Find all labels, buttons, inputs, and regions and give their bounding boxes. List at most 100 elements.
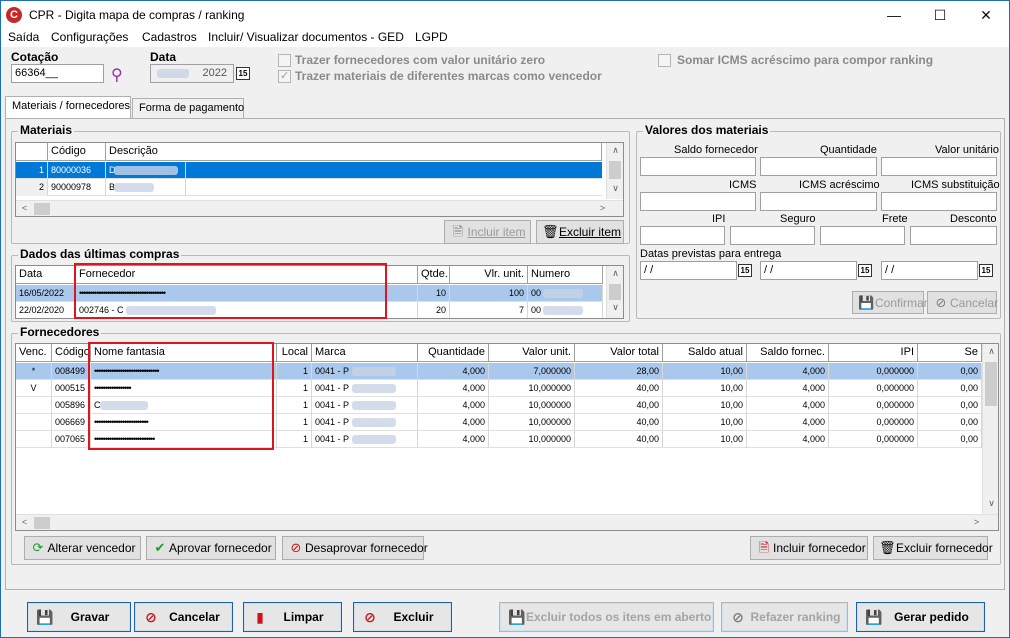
seguro-input[interactable] [730,226,815,245]
scroll-thumb[interactable] [985,362,997,406]
materiais-vscroll[interactable]: ∧ ∨ [606,143,623,199]
frete-input[interactable] [820,226,905,245]
header-ipi[interactable]: IPI [829,344,918,362]
materiais-header-descricao[interactable]: Descrição [106,143,602,161]
scroll-down-icon[interactable]: ∨ [607,302,623,313]
data-entrega-2-input[interactable]: / / [760,261,857,280]
scroll-up-icon[interactable]: ∧ [607,145,623,156]
header-marca[interactable]: Marca [312,344,418,362]
materiais-hscroll[interactable]: < > [16,200,623,216]
menu-lgpd[interactable]: LGPD [415,30,448,44]
cancelar-valores-button[interactable]: ⊘ Cancelar [927,291,998,314]
cancelar-button[interactable]: ⊘ Cancelar [134,602,233,632]
scroll-left-icon[interactable]: < [16,203,33,213]
scroll-right-icon[interactable]: > [968,517,985,527]
table-row[interactable]: * 008499 •••••••••••••••••••••••••••••• 1 00… [16,363,982,380]
data-entrega-1-input[interactable]: / / [640,261,737,280]
data-entrega-3-input[interactable]: / / [881,261,978,280]
header-data[interactable]: Data [16,266,76,284]
table-row[interactable]: 006669 ••••••••••••••••••••••••• 1 0041 - P… [16,414,982,431]
scroll-down-icon[interactable]: ∨ [607,183,623,194]
icms-input[interactable] [640,192,756,211]
gravar-button[interactable]: 💾 Gravar [27,602,131,632]
scroll-thumb[interactable] [609,161,621,179]
ipi-input[interactable] [640,226,725,245]
menu-configuracoes[interactable]: Configurações [51,30,128,44]
checkbox-marcas[interactable] [278,69,291,83]
minimize-icon[interactable]: — [871,1,917,29]
table-row[interactable]: 007065 •••••••••••••••••••••••••••• 1 0041 … [16,431,982,448]
refazer-ranking-button[interactable]: ⊘ Refazer ranking [721,602,848,632]
checkbox-valor-zero[interactable] [278,54,291,67]
header-venc[interactable]: Venc. [16,344,52,362]
excluir-item-button[interactable]: 🗑 Excluir item [536,220,624,244]
header-nome-fantasia[interactable]: Nome fantasia [91,344,277,362]
alterar-vencedor-button[interactable]: ⟳ Alterar vencedor [24,536,141,560]
table-row[interactable]: 1 80000036 D [16,162,602,179]
excluir-todos-button[interactable]: 💾 Excluir todos os itens em aberto [499,602,714,632]
checkbox-icms[interactable] [658,54,671,67]
menu-saida[interactable]: Saída [8,30,39,44]
icms-substituicao-input[interactable] [881,192,997,211]
table-row[interactable]: 2 90000978 B [16,179,602,196]
scroll-thumb[interactable] [609,284,621,300]
gerar-pedido-button[interactable]: 💾 Gerar pedido [856,602,985,632]
ultimas-vscroll[interactable]: ∧ ∨ [606,266,623,318]
excluir-fornecedor-button[interactable]: 🗑 Excluir fornecedor [873,536,993,560]
search-icon[interactable]: ⚲ [111,65,129,84]
tab-materiais-fornecedores[interactable]: Materiais / fornecedores [5,96,131,119]
table-row[interactable]: 005896 C 1 0041 - P 4,000 10,000000 40,00 10,00… [16,397,982,414]
header-saldo-atual[interactable]: Saldo atual [663,344,747,362]
icms-acrescimo-input[interactable] [760,192,877,211]
header-numero[interactable]: Numero [528,266,603,284]
menu-cadastros[interactable]: Cadastros [142,30,197,44]
table-row[interactable]: 22/02/2020 002746 - C 20 7 00 [16,302,603,318]
incluir-item-button[interactable]: 🗎 Incluir item [444,220,531,244]
quantidade-input[interactable] [760,157,877,176]
saldo-fornecedor-input[interactable] [640,157,756,176]
scroll-left-icon[interactable]: < [16,517,33,527]
menu-ged[interactable]: Incluir/ Visualizar documentos - GED [208,30,404,44]
header-valor-total[interactable]: Valor total [575,344,663,362]
fornecedores-vscroll[interactable]: ∧ ∨ [982,344,998,514]
limpar-button[interactable]: ▮ Limpar [243,602,342,632]
excluir-button[interactable]: ⊘ Excluir [353,602,452,632]
materiais-header-codigo[interactable]: Código [48,143,106,161]
cotacao-input[interactable]: 66364__ [11,64,104,83]
ultimas-compras-grid[interactable]: Data Fornecedor Qtde. Vlr. unit. Numero … [15,265,624,319]
scroll-up-icon[interactable]: ∧ [983,346,998,357]
desconto-input[interactable] [910,226,997,245]
header-vlr-unit[interactable]: Vlr. unit. [450,266,528,284]
incluir-fornecedor-button[interactable]: 🗎 Incluir fornecedor [750,536,868,560]
header-local[interactable]: Local [277,344,312,362]
materiais-grid[interactable]: Código Descrição 1 80000036 D 2 90000978… [15,142,624,217]
table-row[interactable]: 16/05/2022 •••••••••••••••••••••••••••••… [16,285,603,302]
scroll-down-icon[interactable]: ∨ [983,498,998,509]
header-fornecedor[interactable]: Fornecedor [76,266,418,284]
scroll-thumb[interactable] [34,517,50,529]
calendar-icon[interactable]: 15 [236,67,250,80]
scroll-thumb[interactable] [34,203,50,215]
data-input[interactable]: 2022 [150,64,234,83]
header-quantidade[interactable]: Quantidade [418,344,489,362]
confirmar-button[interactable]: 💾 Confirmar [852,291,928,314]
fornecedores-hscroll[interactable]: < > [16,514,998,530]
scroll-up-icon[interactable]: ∧ [607,268,623,279]
scroll-right-icon[interactable]: > [594,203,611,213]
header-seguro[interactable]: Se [918,344,982,362]
fornecedores-grid[interactable]: Venc. Código Nome fantasia Local Marca Q… [15,343,999,531]
header-qtde[interactable]: Qtde. [418,266,450,284]
maximize-icon[interactable]: ☐ [917,1,963,29]
table-row[interactable]: V 000515 ••••••••••••••••• 1 0041 - P 4,000 10… [16,380,982,397]
calendar-icon[interactable]: 15 [738,264,752,277]
desaprovar-fornecedor-button[interactable]: ⊘ Desaprovar fornecedor [282,536,428,560]
aprovar-fornecedor-button[interactable]: ✔ Aprovar fornecedor [146,536,276,560]
header-valor-unit[interactable]: Valor unit. [489,344,575,362]
close-icon[interactable]: ✕ [963,1,1009,29]
header-saldo-fornec[interactable]: Saldo fornec. [747,344,829,362]
calendar-icon[interactable]: 15 [858,264,872,277]
valor-unitario-input[interactable] [881,157,997,176]
calendar-icon[interactable]: 15 [979,264,993,277]
tab-forma-pagamento[interactable]: Forma de pagamento [132,98,244,119]
header-codigo[interactable]: Código [52,344,91,362]
